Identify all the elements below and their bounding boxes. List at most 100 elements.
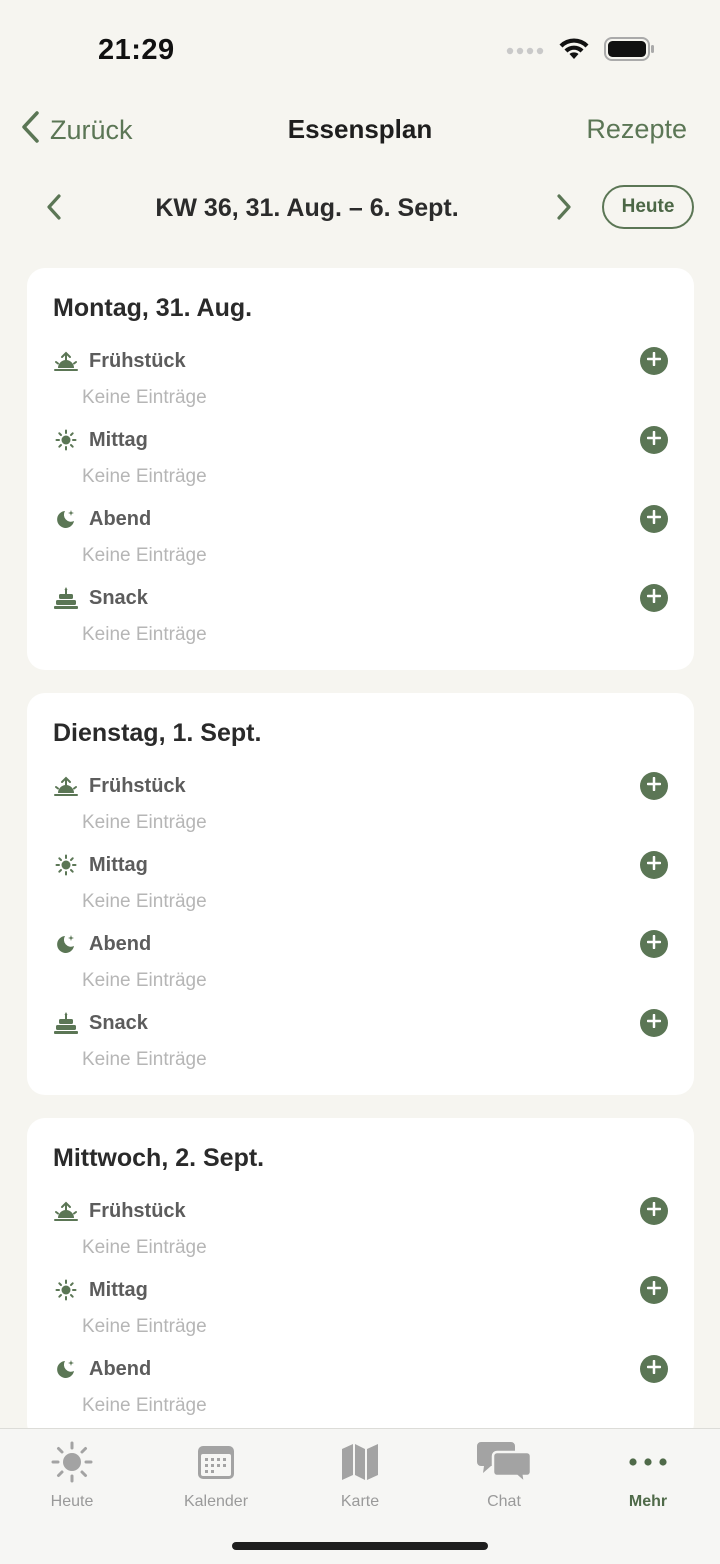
add-entry-button[interactable] (640, 851, 668, 879)
day-card: Montag, 31. Aug. Frühstück Keine Einträg… (27, 268, 694, 670)
day-title: Mittwoch, 2. Sept. (53, 1144, 265, 1172)
meal-name: Abend (89, 507, 152, 530)
tab-label: Chat (487, 1493, 521, 1510)
add-entry-button[interactable] (640, 505, 668, 533)
cake-icon (53, 1010, 79, 1036)
meal-name: Frühstück (89, 1199, 186, 1222)
day-card: Mittwoch, 2. Sept. Frühstück Keine Eintr… (27, 1118, 694, 1428)
meal-plan-list[interactable]: Montag, 31. Aug. Frühstück Keine Einträg… (27, 268, 694, 1428)
meal-row-lunch: Mittag Keine Einträge (53, 1265, 668, 1344)
meal-row-lunch: Mittag Keine Einträge (53, 415, 668, 494)
empty-entries-label: Keine Einträge (82, 1237, 207, 1258)
meal-row-snack: Snack Keine Einträge (53, 998, 668, 1077)
plus-icon (646, 776, 662, 796)
tab-chat[interactable]: Chat (432, 1439, 576, 1511)
calendar-icon (144, 1439, 288, 1485)
plus-icon (646, 1280, 662, 1300)
add-entry-button[interactable] (640, 426, 668, 454)
sun-icon (0, 1439, 144, 1485)
empty-entries-label: Keine Einträge (82, 1395, 207, 1416)
plus-icon (646, 1013, 662, 1033)
map-icon (288, 1439, 432, 1485)
empty-entries-label: Keine Einträge (82, 466, 207, 487)
meal-name: Frühstück (89, 774, 186, 797)
status-icons (506, 36, 656, 67)
plus-icon (646, 588, 662, 608)
tab-label: Heute (50, 1493, 94, 1510)
add-entry-button[interactable] (640, 1276, 668, 1304)
status-bar: 21:29 (0, 0, 720, 100)
meal-row-dinner: Abend Keine Einträge (53, 1344, 668, 1423)
week-selector: KW 36, 31. Aug. – 6. Sept. Heute (0, 182, 720, 234)
empty-entries-label: Keine Einträge (82, 891, 207, 912)
day-card: Dienstag, 1. Sept. Frühstück Keine Eintr… (27, 693, 694, 1095)
empty-entries-label: Keine Einträge (82, 545, 207, 566)
sun-icon (53, 1277, 79, 1303)
empty-entries-label: Keine Einträge (82, 812, 207, 833)
plus-icon (646, 1201, 662, 1221)
plus-icon (646, 855, 662, 875)
empty-entries-label: Keine Einträge (82, 387, 207, 408)
sun-icon (53, 427, 79, 453)
plus-icon (646, 509, 662, 529)
add-entry-button[interactable] (640, 1197, 668, 1225)
day-title: Montag, 31. Aug. (53, 294, 253, 322)
meal-name: Abend (89, 1357, 152, 1380)
add-entry-button[interactable] (640, 1009, 668, 1037)
previous-week-button[interactable] (40, 192, 68, 227)
empty-entries-label: Keine Einträge (82, 624, 207, 645)
moon-icon (53, 1356, 79, 1382)
next-week-button[interactable] (550, 192, 578, 227)
moon-icon (53, 506, 79, 532)
today-button[interactable]: Heute (602, 185, 694, 229)
meal-name: Snack (89, 586, 148, 609)
add-entry-button[interactable] (640, 930, 668, 958)
chevron-right-icon (550, 194, 578, 226)
moon-icon (53, 931, 79, 957)
meal-name: Abend (89, 932, 152, 955)
meal-name: Frühstück (89, 349, 186, 372)
meal-row-breakfast: Frühstück Keine Einträge (53, 761, 668, 840)
sun-icon (53, 852, 79, 878)
add-entry-button[interactable] (640, 772, 668, 800)
chat-bubbles-icon (432, 1439, 576, 1485)
tab-calendar[interactable]: Kalender (144, 1439, 288, 1511)
meal-name: Snack (89, 1011, 148, 1034)
meal-name: Mittag (89, 853, 148, 876)
plus-icon (646, 934, 662, 954)
meal-row-snack: Snack Keine Einträge (53, 573, 668, 652)
add-entry-button[interactable] (640, 584, 668, 612)
meal-name: Mittag (89, 1278, 148, 1301)
add-entry-button[interactable] (640, 1355, 668, 1383)
tab-map[interactable]: Karte (288, 1439, 432, 1511)
meal-row-breakfast: Frühstück Keine Einträge (53, 1186, 668, 1265)
tab-label: Karte (340, 1493, 380, 1510)
plus-icon (646, 430, 662, 450)
signal-icon (506, 43, 544, 61)
sunrise-icon (53, 1198, 79, 1224)
chevron-left-icon (40, 194, 68, 226)
empty-entries-label: Keine Einträge (82, 970, 207, 991)
more-dots-icon (576, 1439, 720, 1485)
sunrise-icon (53, 348, 79, 374)
tab-today[interactable]: Heute (0, 1439, 144, 1511)
add-entry-button[interactable] (640, 347, 668, 375)
sunrise-icon (53, 773, 79, 799)
empty-entries-label: Keine Einträge (82, 1316, 207, 1337)
recipes-button[interactable]: Rezepte (586, 114, 687, 145)
week-label: KW 36, 31. Aug. – 6. Sept. (155, 194, 459, 222)
battery-icon (604, 36, 656, 67)
navigation-bar: Zurück Essensplan Rezepte (0, 100, 720, 160)
tab-label: Kalender (183, 1493, 249, 1510)
status-time: 21:29 (98, 34, 175, 66)
meal-row-dinner: Abend Keine Einträge (53, 494, 668, 573)
wifi-icon (558, 37, 590, 66)
meal-row-breakfast: Frühstück Keine Einträge (53, 336, 668, 415)
home-indicator (232, 1542, 488, 1550)
tab-more[interactable]: Mehr (576, 1439, 720, 1511)
meal-name: Mittag (89, 428, 148, 451)
day-title: Dienstag, 1. Sept. (53, 719, 262, 747)
plus-icon (646, 351, 662, 371)
cake-icon (53, 585, 79, 611)
empty-entries-label: Keine Einträge (82, 1049, 207, 1070)
